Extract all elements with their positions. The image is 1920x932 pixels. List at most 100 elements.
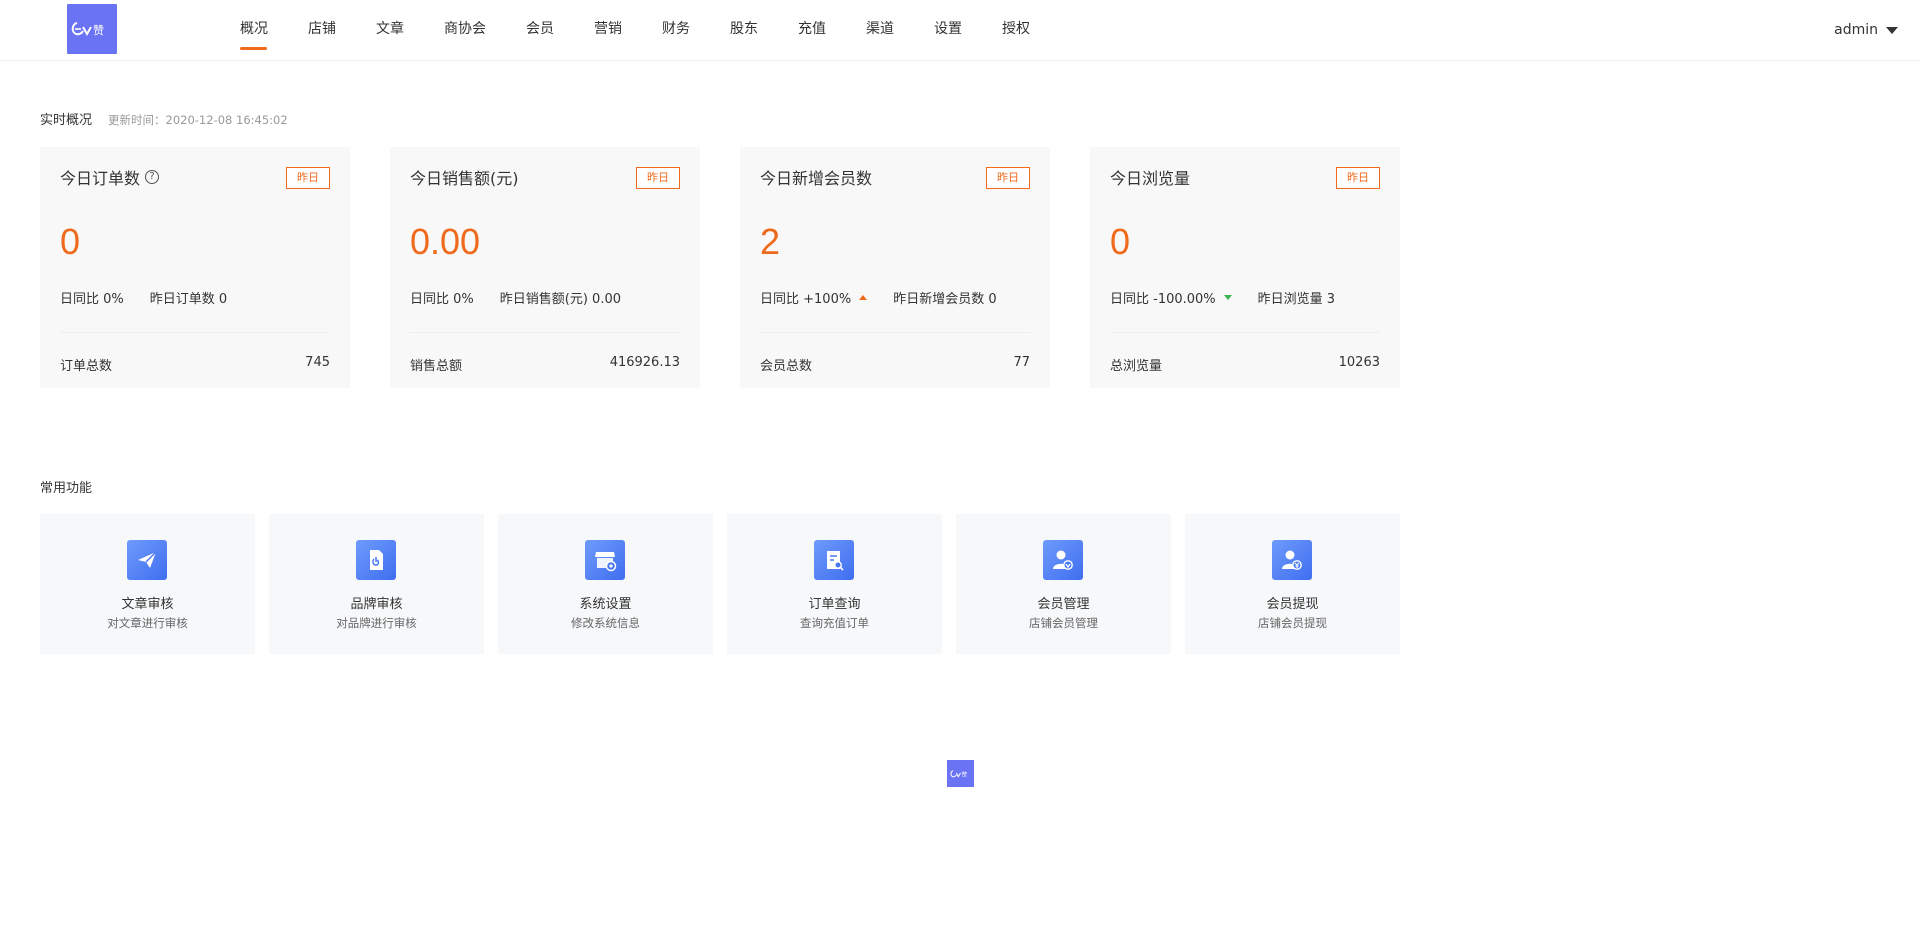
divider [60, 332, 330, 333]
stat-total-row: 会员总数 77 [760, 355, 1030, 374]
stat-title: 今日浏览量 [1110, 165, 1190, 189]
nav-item-finance[interactable]: 财务 [662, 0, 690, 60]
total-value: 77 [1013, 355, 1030, 370]
functions-header: 常用功能 [40, 477, 92, 496]
day-ratio-text: 日同比 0% [410, 292, 474, 307]
func-name: 文章审核 [121, 597, 174, 612]
help-icon[interactable]: ? [145, 170, 160, 184]
update-time: 更新时间：2020-12-08 16:45:02 [108, 113, 288, 127]
day-ratio-text: 日同比 +100% [760, 292, 852, 307]
order-search-icon [814, 540, 854, 580]
func-system-settings[interactable]: 系统设置 修改系统信息 [498, 514, 713, 654]
caret-down-icon [1886, 27, 1898, 34]
divider [760, 332, 1030, 333]
day-ratio-text: 日同比 -100.00% [1110, 292, 1216, 307]
func-desc: 店铺会员管理 [1029, 616, 1098, 630]
day-ratio: 日同比 0% [60, 288, 124, 307]
func-desc: 修改系统信息 [571, 616, 640, 630]
stat-card-new-members: 今日新增会员数 昨日 2 日同比 +100% 昨日新增会员数 0 会员总数 77 [740, 147, 1050, 388]
stat-title-text: 今日新增会员数 [760, 169, 873, 188]
divider [1110, 332, 1380, 333]
func-desc: 对品牌进行审核 [336, 616, 417, 630]
func-name: 订单查询 [808, 597, 861, 612]
nav-item-member[interactable]: 会员 [526, 0, 554, 60]
nav-item-overview[interactable]: 概况 [240, 0, 268, 60]
stat-compare-row: 日同比 0% 昨日销售额(元) 0.00 [410, 288, 621, 307]
func-name: 品牌审核 [350, 597, 403, 612]
day-ratio-text: 日同比 0% [60, 292, 124, 307]
stat-title-text: 今日浏览量 [1110, 169, 1191, 188]
stat-total-row: 总浏览量 10263 [1110, 355, 1380, 374]
trend-up-icon [859, 295, 868, 300]
yesterday-button[interactable]: 昨日 [286, 167, 330, 189]
func-name: 会员管理 [1037, 597, 1090, 612]
nav-item-store[interactable]: 店铺 [308, 0, 336, 60]
func-desc: 店铺会员提现 [1258, 616, 1327, 630]
total-label: 会员总数 [760, 359, 813, 374]
nav-item-recharge[interactable]: 充值 [798, 0, 826, 60]
yesterday-button[interactable]: 昨日 [1336, 167, 1380, 189]
nav-item-chamber[interactable]: 商协会 [444, 0, 486, 60]
overview-title: 实时概况 [40, 113, 93, 128]
stat-total-row: 订单总数 745 [60, 355, 330, 374]
logo-mark-icon: 赞 [71, 22, 104, 37]
overview-header: 实时概况 更新时间：2020-12-08 16:45:02 [40, 109, 288, 128]
stat-title: 今日订单数 ? [60, 165, 160, 189]
day-ratio: 日同比 -100.00% [1110, 288, 1232, 307]
total-label: 总浏览量 [1110, 359, 1163, 374]
func-desc: 查询充值订单 [800, 616, 869, 630]
user-menu[interactable]: admin [1834, 0, 1898, 60]
total-value: 745 [305, 355, 330, 370]
func-order-query[interactable]: 订单查询 查询充值订单 [727, 514, 942, 654]
func-name: 会员提现 [1266, 597, 1319, 612]
svg-text:赞: 赞 [961, 770, 967, 778]
yesterday-value: 昨日销售额(元) 0.00 [499, 292, 621, 307]
member-withdraw-icon [1272, 540, 1312, 580]
stat-card-orders: 今日订单数 ? 昨日 0 日同比 0% 昨日订单数 0 订单总数 745 [40, 147, 350, 388]
stat-value: 2 [760, 221, 781, 262]
functions-title: 常用功能 [40, 481, 93, 496]
func-article-review[interactable]: 文章审核 对文章进行审核 [40, 514, 255, 654]
total-label: 销售总额 [410, 359, 463, 374]
username: admin [1834, 22, 1878, 38]
top-header: 赞 概况 店铺 文章 商协会 会员 营销 财务 股东 充值 渠道 设置 授权 a… [0, 0, 1920, 61]
svg-text:赞: 赞 [93, 24, 104, 37]
nav-item-article[interactable]: 文章 [376, 0, 404, 60]
func-brand-review[interactable]: 品牌审核 对品牌进行审核 [269, 514, 484, 654]
total-value: 10263 [1338, 355, 1380, 370]
trend-down-icon [1223, 295, 1232, 300]
func-name: 系统设置 [579, 597, 632, 612]
yesterday-value: 昨日浏览量 3 [1257, 292, 1336, 307]
stat-title-text: 今日订单数 [60, 169, 141, 188]
stat-value: 0.00 [410, 221, 481, 262]
total-label: 订单总数 [60, 359, 113, 374]
yesterday-button[interactable]: 昨日 [986, 167, 1030, 189]
stat-title: 今日销售额(元) [410, 165, 519, 189]
yesterday-button[interactable]: 昨日 [636, 167, 680, 189]
document-icon [356, 540, 396, 580]
paper-plane-icon [127, 540, 167, 580]
nav-item-shareholder[interactable]: 股东 [730, 0, 758, 60]
brand-logo[interactable]: 赞 [67, 4, 117, 54]
stat-total-row: 销售总额 416926.13 [410, 355, 680, 374]
stat-value: 0 [60, 221, 81, 262]
day-ratio: 日同比 0% [410, 288, 474, 307]
stat-compare-row: 日同比 0% 昨日订单数 0 [60, 288, 227, 307]
func-member-withdraw[interactable]: 会员提现 店铺会员提现 [1185, 514, 1400, 654]
nav-item-settings[interactable]: 设置 [934, 0, 962, 60]
nav-item-marketing[interactable]: 营销 [594, 0, 622, 60]
nav-item-license[interactable]: 授权 [1002, 0, 1030, 60]
func-member-manage[interactable]: 会员管理 店铺会员管理 [956, 514, 1171, 654]
day-ratio: 日同比 +100% [760, 288, 868, 307]
main-nav: 概况 店铺 文章 商协会 会员 营销 财务 股东 充值 渠道 设置 授权 [240, 0, 1030, 60]
stat-compare-row: 日同比 +100% 昨日新增会员数 0 [760, 288, 997, 307]
store-settings-icon [585, 540, 625, 580]
total-value: 416926.13 [609, 355, 680, 370]
footer-logo: 赞 [947, 760, 974, 787]
yesterday-value: 昨日订单数 0 [149, 292, 228, 307]
func-desc: 对文章进行审核 [107, 616, 188, 630]
nav-item-channel[interactable]: 渠道 [866, 0, 894, 60]
logo-mark-icon: 赞 [949, 769, 967, 778]
stat-value: 0 [1110, 221, 1131, 262]
stat-card-sales: 今日销售额(元) 昨日 0.00 日同比 0% 昨日销售额(元) 0.00 销售… [390, 147, 700, 388]
